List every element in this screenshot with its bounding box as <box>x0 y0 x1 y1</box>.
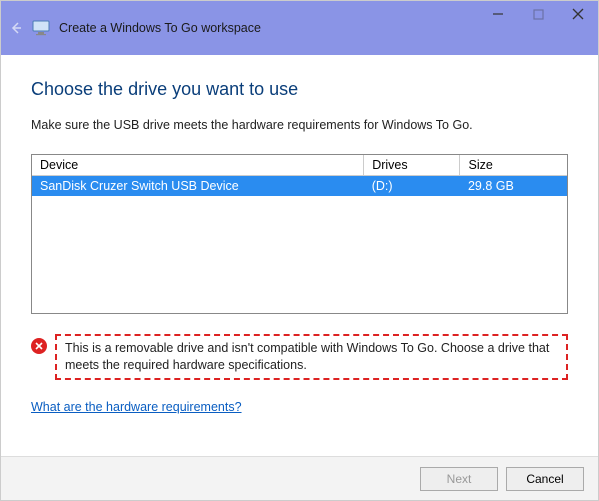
next-button: Next <box>420 467 498 491</box>
back-arrow-icon[interactable] <box>7 19 25 37</box>
page-heading: Choose the drive you want to use <box>31 79 568 100</box>
cancel-button[interactable]: Cancel <box>506 467 584 491</box>
titlebar-left: Create a Windows To Go workspace <box>1 18 261 38</box>
cell-drives: (D:) <box>364 176 460 197</box>
col-header-drives[interactable]: Drives <box>364 155 460 176</box>
table-row[interactable]: SanDisk Cruzer Switch USB Device (D:) 29… <box>32 176 567 197</box>
col-header-device[interactable]: Device <box>32 155 364 176</box>
warning-text: This is a removable drive and isn't comp… <box>55 334 568 380</box>
window-controls <box>478 1 598 27</box>
titlebar: Create a Windows To Go workspace <box>1 1 598 55</box>
cell-device: SanDisk Cruzer Switch USB Device <box>32 176 364 197</box>
warning-row: This is a removable drive and isn't comp… <box>31 334 568 380</box>
content-area: Choose the drive you want to use Make su… <box>1 55 598 456</box>
monitor-icon <box>31 18 51 38</box>
table-header-row: Device Drives Size <box>32 155 567 176</box>
minimize-button[interactable] <box>478 1 518 27</box>
cell-size: 29.8 GB <box>460 176 567 197</box>
footer: Next Cancel <box>1 456 598 500</box>
hardware-requirements-link[interactable]: What are the hardware requirements? <box>31 400 568 414</box>
page-subtext: Make sure the USB drive meets the hardwa… <box>31 118 568 132</box>
close-button[interactable] <box>558 1 598 27</box>
window-title: Create a Windows To Go workspace <box>59 21 261 35</box>
error-icon <box>31 338 47 354</box>
wizard-window: Create a Windows To Go workspace Choose … <box>0 0 599 501</box>
col-header-size[interactable]: Size <box>460 155 567 176</box>
drive-table[interactable]: Device Drives Size SanDisk Cruzer Switch… <box>31 154 568 314</box>
maximize-button[interactable] <box>518 1 558 27</box>
